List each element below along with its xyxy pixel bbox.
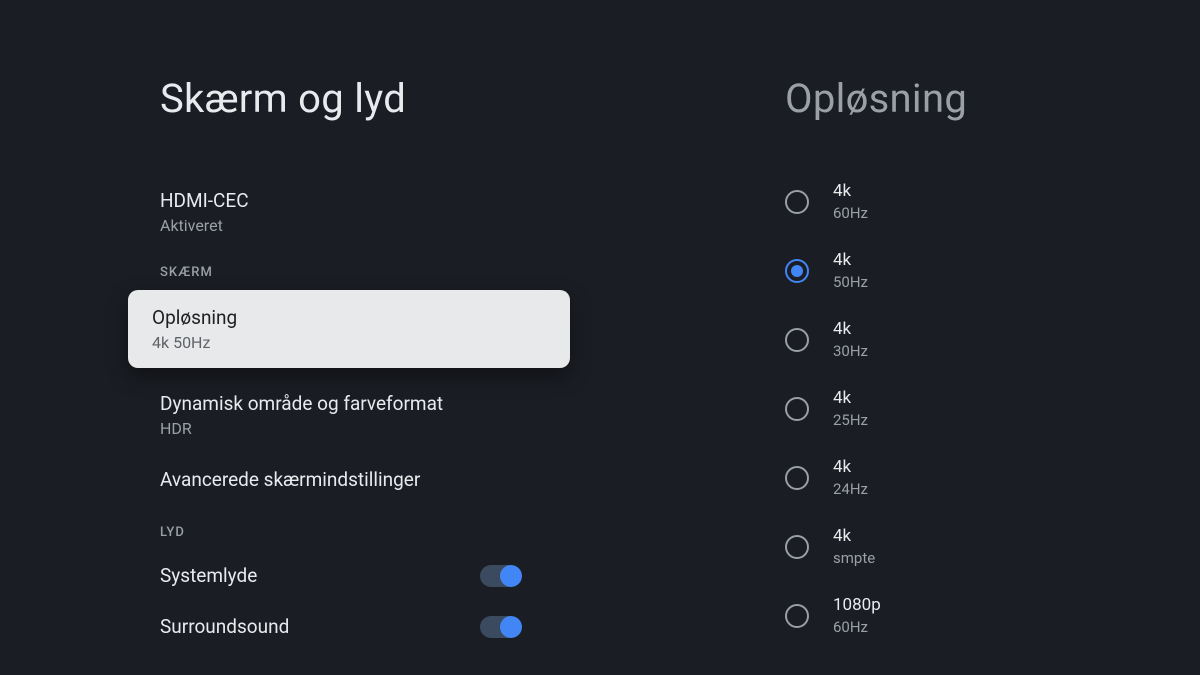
hdmi-cec-title: HDMI-CEC <box>160 189 700 212</box>
hdmi-cec-item[interactable]: HDMI-CEC Aktiveret <box>160 177 700 247</box>
option-subtitle: 60Hz <box>833 618 881 636</box>
hdmi-cec-subtitle: Aktiveret <box>160 216 700 235</box>
radio-icon <box>785 535 809 559</box>
dynamic-range-item[interactable]: Dynamisk område og farveformat HDR <box>160 380 700 450</box>
option-subtitle: 50Hz <box>833 273 868 291</box>
resolution-item[interactable]: Opløsning 4k 50Hz <box>128 290 570 368</box>
radio-icon-selected <box>785 259 809 283</box>
resolution-title: Opløsning <box>152 306 546 329</box>
radio-icon <box>785 604 809 628</box>
system-sounds-toggle[interactable] <box>480 565 520 587</box>
radio-icon <box>785 190 809 214</box>
resolution-option-4k-smpte[interactable]: 4k smpte <box>785 512 1200 581</box>
dynamic-range-title: Dynamisk område og farveformat <box>160 392 700 415</box>
resolution-right-panel: Opløsning 4k 60Hz 4k 50Hz 4k 30Hz 4k 25H… <box>700 0 1200 675</box>
resolution-option-4k-25hz[interactable]: 4k 25Hz <box>785 374 1200 443</box>
option-title: 1080p <box>833 595 881 615</box>
option-subtitle: 24Hz <box>833 480 868 498</box>
radio-icon <box>785 328 809 352</box>
option-title: 4k <box>833 526 875 546</box>
advanced-display-title: Avancerede skærmindstillinger <box>160 468 700 491</box>
option-title: 4k <box>833 181 868 201</box>
resolution-option-4k-50hz[interactable]: 4k 50Hz <box>785 236 1200 305</box>
page-title: Skærm og lyd <box>160 75 700 122</box>
section-audio: LYD <box>160 525 700 540</box>
resolution-subtitle: 4k 50Hz <box>152 333 546 352</box>
dynamic-range-subtitle: HDR <box>160 419 700 438</box>
resolution-option-4k-30hz[interactable]: 4k 30Hz <box>785 305 1200 374</box>
option-subtitle: 60Hz <box>833 204 868 222</box>
surround-sound-item[interactable]: Surroundsound <box>160 601 700 652</box>
advanced-display-item[interactable]: Avancerede skærmindstillinger <box>160 456 700 507</box>
option-title: 4k <box>833 319 868 339</box>
resolution-panel-title: Opløsning <box>785 75 1200 122</box>
resolution-option-4k-60hz[interactable]: 4k 60Hz <box>785 167 1200 236</box>
surround-sound-title: Surroundsound <box>160 615 289 638</box>
system-sounds-title: Systemlyde <box>160 564 257 587</box>
surround-sound-toggle[interactable] <box>480 616 520 638</box>
radio-icon <box>785 397 809 421</box>
system-sounds-item[interactable]: Systemlyde <box>160 550 700 601</box>
option-subtitle: smpte <box>833 549 875 567</box>
option-title: 4k <box>833 250 868 270</box>
option-title: 4k <box>833 457 868 477</box>
option-subtitle: 25Hz <box>833 411 868 429</box>
radio-icon <box>785 466 809 490</box>
resolution-option-4k-24hz[interactable]: 4k 24Hz <box>785 443 1200 512</box>
section-screen: SKÆRM <box>160 265 700 280</box>
option-subtitle: 30Hz <box>833 342 868 360</box>
settings-left-panel: Skærm og lyd HDMI-CEC Aktiveret SKÆRM Op… <box>0 0 700 675</box>
option-title: 4k <box>833 388 868 408</box>
resolution-option-1080p-60hz[interactable]: 1080p 60Hz <box>785 581 1200 650</box>
